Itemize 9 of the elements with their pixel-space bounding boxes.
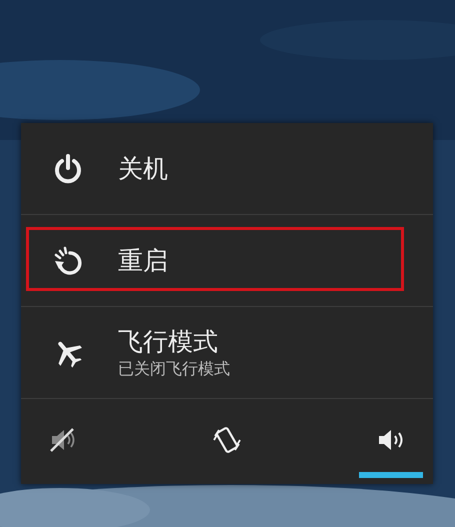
menu-item-label: 飞行模式: [118, 326, 219, 358]
menu-item-status: 已关闭飞行模式: [118, 358, 230, 380]
menu-item[interactable]: 重启: [21, 215, 433, 307]
menu-item-label: 重启: [118, 244, 168, 276]
restart-icon: [52, 244, 84, 276]
power-icon: [52, 152, 84, 184]
menu-item-label: 关机: [118, 152, 168, 184]
menu-item[interactable]: 关机: [21, 123, 433, 215]
menu-item[interactable]: 飞行模式 已关闭飞行模式: [21, 307, 433, 399]
